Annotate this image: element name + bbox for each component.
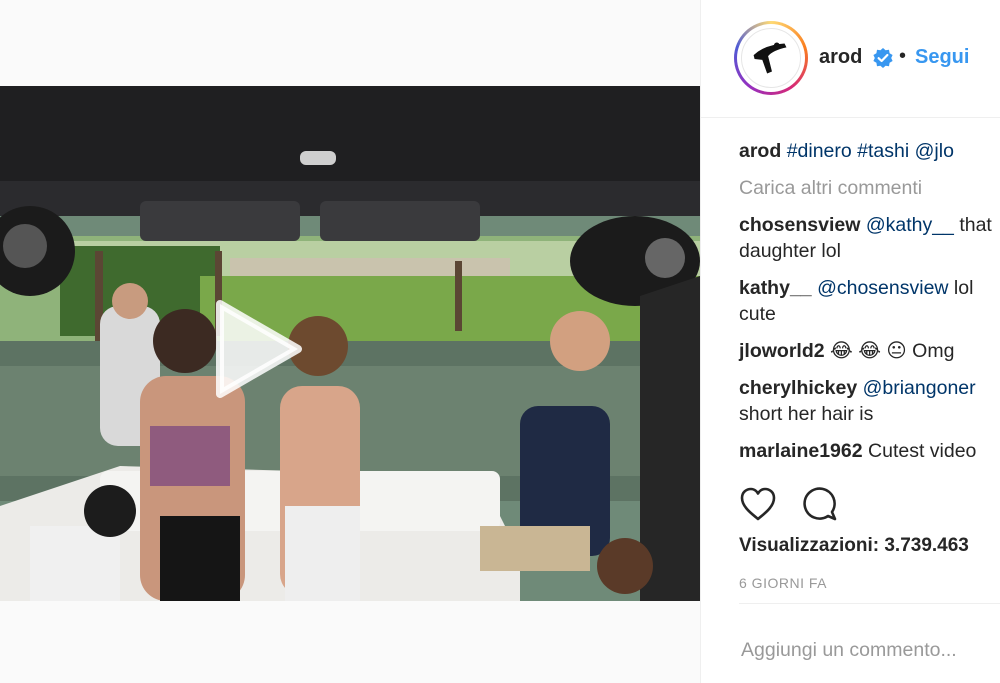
avatar[interactable] — [734, 21, 808, 95]
mention-jlo[interactable]: @jlo — [915, 140, 954, 162]
comment-item: jloworld2 😂 😂 😐 Omg — [739, 338, 1000, 364]
comments-list: arod #dinero #tashi @jlo Carica altri co… — [739, 138, 1000, 464]
heart-icon[interactable] — [739, 486, 777, 522]
comment-text: that — [953, 214, 992, 236]
caption: arod #dinero #tashi @jlo — [739, 138, 1000, 164]
load-more-comments-button[interactable]: Carica altri commenti — [739, 175, 1000, 201]
author-username[interactable]: arod — [819, 46, 862, 69]
follow-button[interactable]: Segui — [915, 46, 969, 69]
comment-mention[interactable]: @briangoner — [863, 377, 976, 399]
comment-text: Cutest video — [862, 440, 977, 462]
profile-picture — [741, 28, 801, 88]
view-count[interactable]: Visualizzazioni: 3.739.463 — [739, 535, 969, 557]
post-timestamp[interactable]: 6 GIORNI FA — [739, 575, 827, 591]
comment-text: lol — [948, 277, 974, 299]
comment-text-continued: short her hair is — [739, 403, 874, 425]
comment-item: kathy__ @chosensview lol cute — [739, 275, 1000, 327]
comment-icon[interactable] — [801, 486, 839, 522]
video-frame — [0, 86, 700, 601]
caption-username[interactable]: arod — [739, 140, 781, 162]
play-button[interactable] — [200, 294, 310, 404]
baseball-player-logo-icon — [753, 42, 787, 74]
comment-username[interactable]: chosensview — [739, 214, 860, 236]
comment-item: marlaine1962 Cutest video — [739, 438, 1000, 464]
comment-username[interactable]: kathy__ — [739, 277, 812, 299]
video-player[interactable] — [0, 86, 700, 601]
comment-text-continued: cute — [739, 303, 776, 325]
play-icon — [216, 300, 302, 398]
comment-mention[interactable]: @kathy__ — [866, 214, 954, 236]
divider — [739, 603, 1000, 604]
separator-dot: • — [899, 45, 907, 67]
comment-item: chosensview @kathy__ that daughter lol — [739, 212, 1000, 264]
comment-text: Omg — [906, 340, 955, 362]
comment-mention[interactable]: @chosensview — [817, 277, 948, 299]
hashtag-dinero[interactable]: #dinero — [787, 140, 852, 162]
post-sidebar: arod • Segui arod #dinero #tashi @jlo Ca… — [700, 0, 1000, 683]
add-comment-input[interactable] — [739, 636, 998, 664]
comment-item: cherylhickey @briangoner short her hair … — [739, 375, 1000, 427]
post-header: arod • Segui — [701, 0, 1000, 118]
comment-username[interactable]: cherylhickey — [739, 377, 857, 399]
verified-badge-icon — [873, 48, 893, 68]
comment-text-continued: daughter lol — [739, 240, 841, 262]
comment-username[interactable]: marlaine1962 — [739, 440, 863, 462]
comment-emoji: 😂 😂 😐 — [830, 340, 907, 362]
comment-username[interactable]: jloworld2 — [739, 340, 825, 362]
media-area — [0, 0, 700, 683]
hashtag-tashi[interactable]: #tashi — [857, 140, 909, 162]
